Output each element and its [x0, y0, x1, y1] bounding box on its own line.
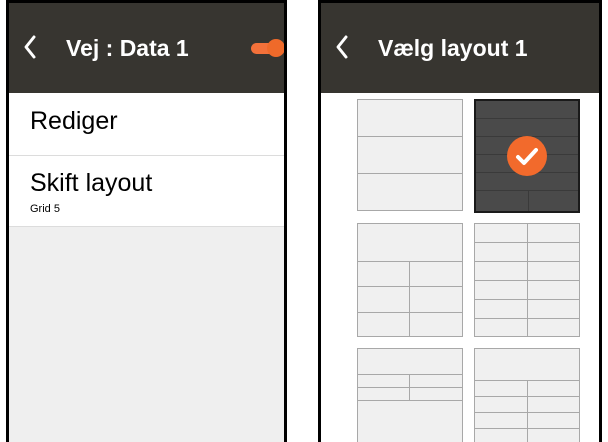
- screen-title: Vej : Data 1: [66, 35, 189, 61]
- layout-option-3[interactable]: [357, 223, 463, 337]
- layout-cell: [527, 242, 579, 262]
- layout-cell: [409, 261, 462, 287]
- back-arrow-icon[interactable]: [23, 33, 37, 61]
- layout-option-5[interactable]: [357, 348, 463, 442]
- layout-cell: [358, 173, 462, 210]
- layout-cell: [527, 428, 579, 442]
- back-arrow-icon[interactable]: [335, 33, 349, 61]
- layout-cell: [409, 374, 462, 388]
- layout-cell: [475, 428, 528, 442]
- layout-cell: [475, 380, 528, 397]
- layout-cell: [475, 261, 528, 281]
- layout-option-2[interactable]: [474, 99, 580, 213]
- layout-cell: [476, 190, 529, 211]
- layout-cell: [358, 349, 462, 375]
- data-toggle[interactable]: [251, 39, 284, 57]
- layout-cell: [358, 374, 410, 388]
- layout-cell: [409, 312, 462, 336]
- layout-cell: [475, 349, 579, 381]
- layout-cell: [358, 286, 410, 313]
- layout-cell: [475, 396, 528, 413]
- layout-cell: [409, 286, 462, 313]
- layout-cell: [527, 280, 579, 300]
- toggle-knob: [267, 39, 284, 57]
- layout-cell: [527, 396, 579, 413]
- screen-title: Vælg layout 1: [378, 35, 528, 61]
- current-layout-value: Grid 5: [30, 203, 60, 215]
- layout-cell: [358, 400, 462, 442]
- layout-option-1[interactable]: [357, 99, 463, 211]
- layout-cell: [527, 261, 579, 281]
- selected-check-icon: [507, 136, 547, 176]
- menu-item-label: Rediger: [30, 107, 118, 135]
- layout-cell: [476, 101, 578, 119]
- menu-item-rediger[interactable]: Rediger: [9, 93, 284, 156]
- layout-cell: [409, 387, 462, 401]
- layout-cell: [476, 118, 578, 137]
- layout-grid: [321, 93, 599, 442]
- layout-cell: [475, 242, 528, 262]
- layout-cell: [528, 190, 578, 211]
- top-bar: Vælg layout 1: [321, 3, 599, 93]
- layout-cell: [527, 224, 579, 243]
- layout-cell: [527, 318, 579, 336]
- menu-item-label: Skift layout: [30, 169, 153, 197]
- menu-item-skift-layout[interactable]: Skift layout Grid 5: [9, 156, 284, 227]
- layout-cell: [358, 387, 410, 401]
- layout-cell: [358, 100, 462, 137]
- vej-data-screen: Vej : Data 1 Rediger Skift layout Grid 5: [6, 0, 287, 442]
- layout-cell: [475, 280, 528, 300]
- layout-cell: [475, 299, 528, 319]
- layout-option-4[interactable]: [474, 223, 580, 337]
- layout-cell: [527, 412, 579, 429]
- layout-cell: [358, 136, 462, 174]
- top-bar: Vej : Data 1: [9, 3, 284, 93]
- layout-cell: [527, 380, 579, 397]
- layout-cell: [358, 261, 410, 287]
- layout-cell: [475, 412, 528, 429]
- choose-layout-screen: Vælg layout 1: [318, 0, 602, 442]
- layout-cell: [475, 224, 528, 243]
- layout-cell: [358, 224, 462, 262]
- empty-area: [9, 227, 284, 442]
- layout-cell: [475, 318, 528, 336]
- layout-cell: [527, 299, 579, 319]
- layout-cell: [358, 312, 410, 336]
- layout-option-6[interactable]: [474, 348, 580, 442]
